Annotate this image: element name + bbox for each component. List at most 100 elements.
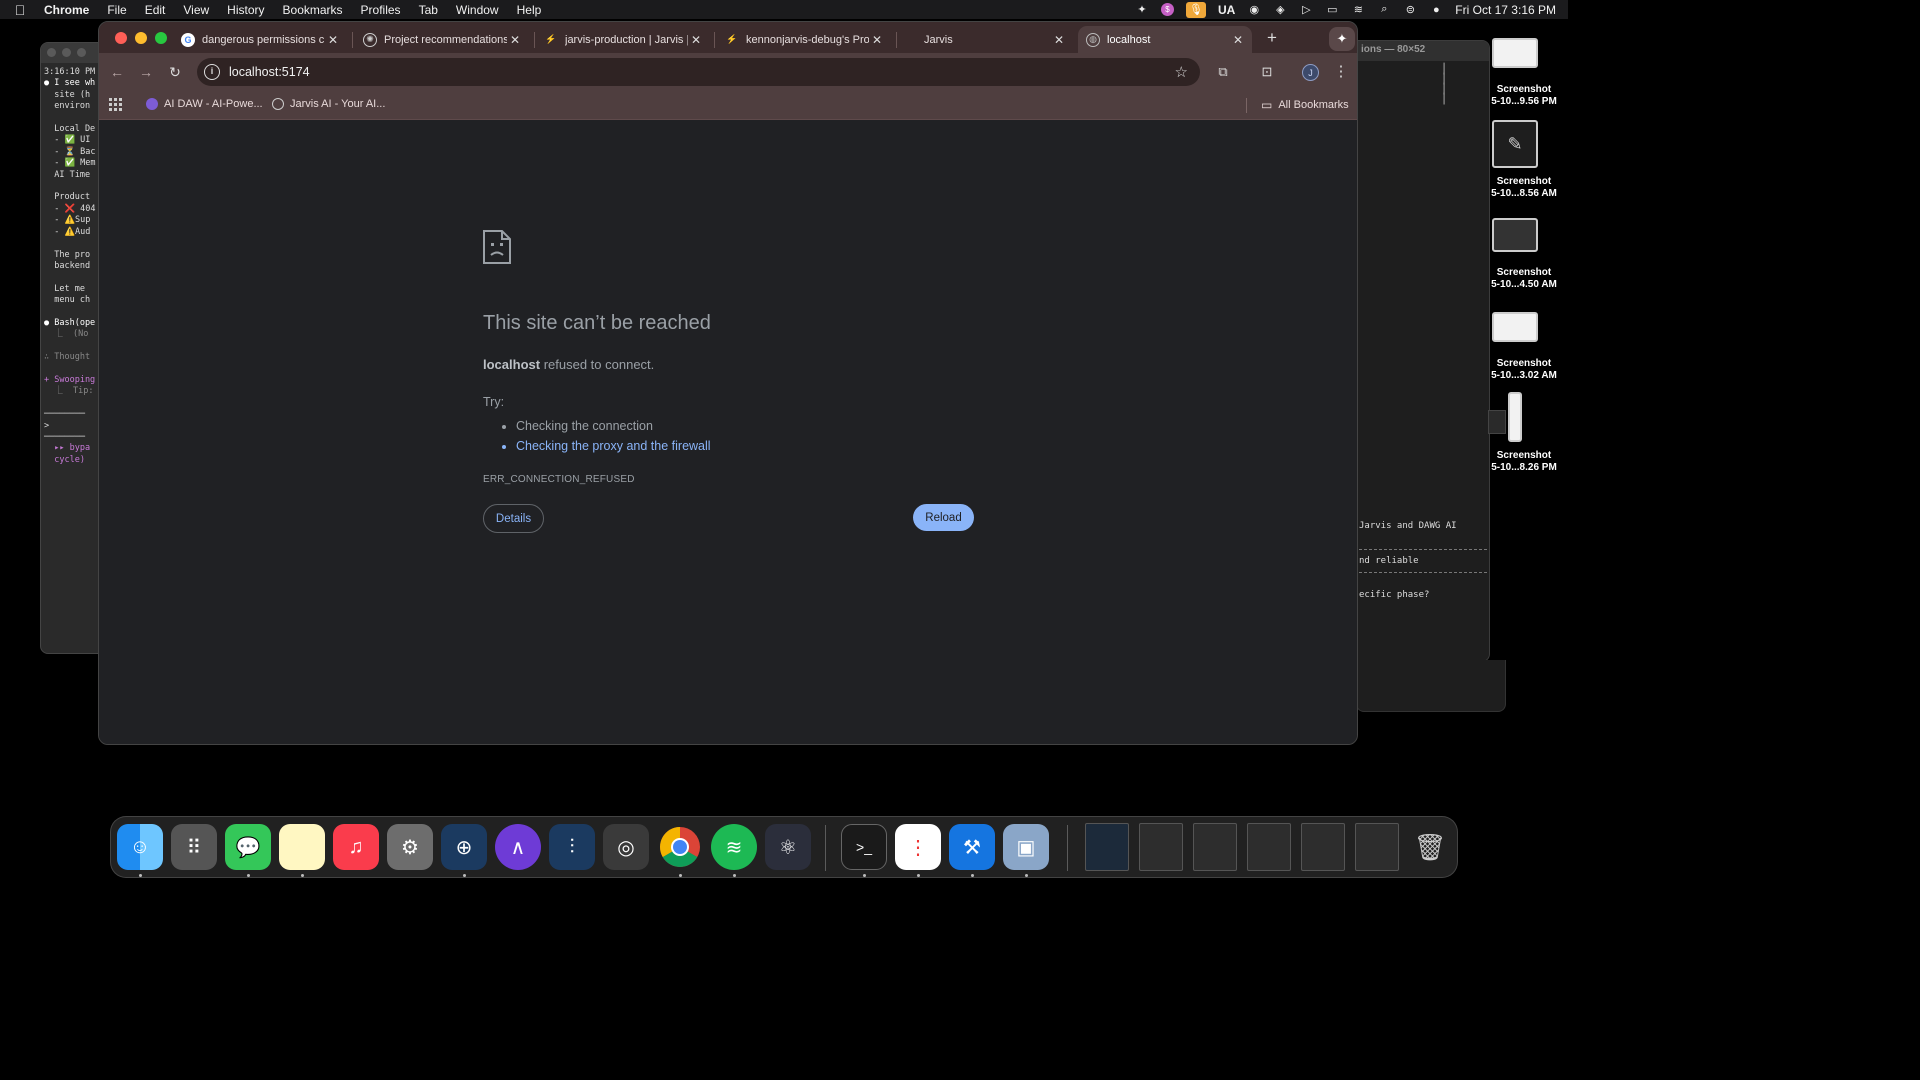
- notes-icon[interactable]: [279, 824, 325, 870]
- back-arrow-icon[interactable]: ←: [107, 62, 127, 82]
- globe-favicon-icon: [272, 98, 284, 110]
- terminal-window-right[interactable]: ions — 80×52 │ │ │ │ Jarvis and DAWG AI …: [1340, 40, 1490, 662]
- new-tab-button[interactable]: +: [1261, 28, 1283, 50]
- close-tab-icon[interactable]: ✕: [1230, 33, 1246, 47]
- chrome-icon[interactable]: [657, 824, 703, 870]
- minimized-window-thumbnail[interactable]: [1301, 823, 1345, 871]
- extensions-puzzle-icon[interactable]: ⧉: [1214, 63, 1232, 81]
- menu-file[interactable]: File: [98, 3, 135, 17]
- preview-icon[interactable]: ▣: [1003, 824, 1049, 870]
- arc-app-icon[interactable]: ∧: [495, 824, 541, 870]
- close-tab-icon[interactable]: ✕: [507, 33, 523, 47]
- profile-avatar[interactable]: J: [1302, 64, 1319, 81]
- music-icon[interactable]: ♫: [333, 824, 379, 870]
- close-window-button[interactable]: [115, 32, 127, 44]
- details-button[interactable]: Details: [483, 504, 544, 533]
- bookmark-label: Jarvis AI - Your AI...: [290, 98, 386, 110]
- close-tab-icon[interactable]: ✕: [1051, 33, 1067, 47]
- menu-history[interactable]: History: [218, 3, 273, 17]
- apple-menu-icon[interactable]: : [0, 2, 40, 18]
- ua-connect-icon[interactable]: ⊕: [441, 824, 487, 870]
- battery-icon[interactable]: ▭: [1325, 4, 1339, 16]
- microphone-icon[interactable]: 🎙: [1185, 1, 1206, 18]
- site-info-icon[interactable]: i: [204, 64, 220, 80]
- tab-jarvis-production[interactable]: ⚡ jarvis-production | Jarvis | ✕: [536, 26, 710, 53]
- tab-localhost[interactable]: ◍ localhost ✕: [1078, 26, 1252, 53]
- control-center-icon[interactable]: ⊜: [1403, 4, 1417, 16]
- terminal-line: - ⚠️Sup: [44, 215, 91, 226]
- wifi-icon[interactable]: ≋: [1351, 4, 1365, 16]
- vpn-icon[interactable]: ◈: [1273, 4, 1287, 16]
- terminal-minimize-button[interactable]: [62, 48, 71, 57]
- spotify-icon[interactable]: ≋: [711, 824, 757, 870]
- menu-profiles[interactable]: Profiles: [352, 3, 410, 17]
- bookmark-star-icon[interactable]: ☆: [1175, 63, 1188, 81]
- menu-app-name[interactable]: Chrome: [40, 3, 98, 17]
- forward-arrow-icon[interactable]: →: [136, 62, 156, 82]
- menu-view[interactable]: View: [174, 3, 218, 17]
- minimized-window-thumbnail[interactable]: [1355, 823, 1399, 871]
- reload-button[interactable]: Reload: [913, 504, 974, 531]
- launchpad-icon[interactable]: ⠿: [171, 824, 217, 870]
- menu-clock[interactable]: Fri Oct 17 3:16 PM: [1455, 3, 1556, 17]
- error-panel: This site can’t be reached localhost ref…: [483, 230, 973, 485]
- bookmark-jarvis-ai[interactable]: Jarvis AI - Your AI...: [272, 98, 385, 110]
- all-bookmarks-button[interactable]: ▭ All Bookmarks: [1261, 98, 1349, 112]
- siri-icon[interactable]: ●: [1429, 4, 1443, 16]
- chrome-menu-icon[interactable]: ⋮: [1332, 63, 1350, 81]
- spotlight-search-icon[interactable]: ⌕: [1377, 3, 1391, 16]
- menu-bookmarks[interactable]: Bookmarks: [274, 3, 352, 17]
- running-indicator: [301, 874, 304, 877]
- menu-help[interactable]: Help: [508, 3, 551, 17]
- macos-menu-bar:  Chrome File Edit View History Bookmark…: [0, 0, 1568, 19]
- xcode-icon[interactable]: ⚒: [949, 824, 995, 870]
- menu-edit[interactable]: Edit: [136, 3, 175, 17]
- zoom-window-button[interactable]: [155, 32, 167, 44]
- sparkle-icon[interactable]: ✦: [1135, 4, 1149, 16]
- page-content: This site can’t be reached localhost ref…: [99, 120, 1357, 744]
- trash-icon[interactable]: 🗑: [1407, 824, 1453, 870]
- running-indicator: [971, 874, 974, 877]
- tab-google-search[interactable]: G dangerous permissions cla ✕: [173, 26, 347, 53]
- electron-icon[interactable]: ⚛: [765, 824, 811, 870]
- minimize-window-button[interactable]: [135, 32, 147, 44]
- app-status-icon[interactable]: $: [1160, 3, 1174, 16]
- apps-grid-icon[interactable]: [109, 98, 122, 111]
- close-tab-icon[interactable]: ✕: [869, 33, 885, 47]
- terminal-icon[interactable]: >_: [841, 824, 887, 870]
- input-source[interactable]: UA: [1218, 3, 1235, 17]
- tab-jarvis[interactable]: Jarvis ✕: [899, 26, 1073, 53]
- finder-icon[interactable]: ☺: [117, 824, 163, 870]
- ua-mixer-icon[interactable]: ⫶: [549, 824, 595, 870]
- address-bar[interactable]: i localhost:5174 ☆: [197, 58, 1200, 86]
- terminal-close-button[interactable]: [47, 48, 56, 57]
- tab-project-recommendations[interactable]: ✺ Project recommendations ✕: [355, 26, 529, 53]
- menu-window[interactable]: Window: [447, 3, 508, 17]
- messages-icon[interactable]: 💬: [225, 824, 271, 870]
- minimized-window-thumbnail[interactable]: [1247, 823, 1291, 871]
- terminal-output: Jarvis and DAWG AI nd reliable ecific ph…: [1341, 498, 1457, 625]
- address-url[interactable]: localhost:5174: [229, 65, 310, 79]
- menu-tab[interactable]: Tab: [410, 3, 447, 17]
- compressor-icon[interactable]: ◎: [603, 824, 649, 870]
- minimized-window-thumbnail[interactable]: [1139, 823, 1183, 871]
- close-tab-icon[interactable]: ✕: [325, 33, 341, 47]
- close-tab-icon[interactable]: ✕: [688, 33, 704, 47]
- suggestion-proxy-firewall-link[interactable]: Checking the proxy and the firewall: [516, 437, 973, 457]
- gemini-sparkle-icon[interactable]: ✦: [1329, 27, 1355, 51]
- play-icon[interactable]: ▷: [1299, 4, 1313, 16]
- try-label: Try:: [483, 395, 505, 409]
- minimized-window-thumbnail[interactable]: [1193, 823, 1237, 871]
- system-settings-icon[interactable]: ⚙: [387, 824, 433, 870]
- terminal-line: ● I see wh: [44, 78, 96, 89]
- reload-icon[interactable]: ↻: [165, 62, 185, 82]
- error-message: localhost refused to connect.: [483, 357, 973, 372]
- bookmark-ai-daw[interactable]: AI DAW - AI-Powe...: [146, 98, 263, 110]
- minimized-window-thumbnail[interactable]: [1085, 823, 1129, 871]
- tab-kennonjarvis-debug[interactable]: ⚡ kennonjarvis-debug's Proj ✕: [717, 26, 891, 53]
- accessibility-icon[interactable]: ◉: [1247, 4, 1261, 16]
- terminal-zoom-button[interactable]: [77, 48, 86, 57]
- tab-search-icon[interactable]: ⊡: [1258, 63, 1276, 81]
- reminders-icon[interactable]: ⋮: [895, 824, 941, 870]
